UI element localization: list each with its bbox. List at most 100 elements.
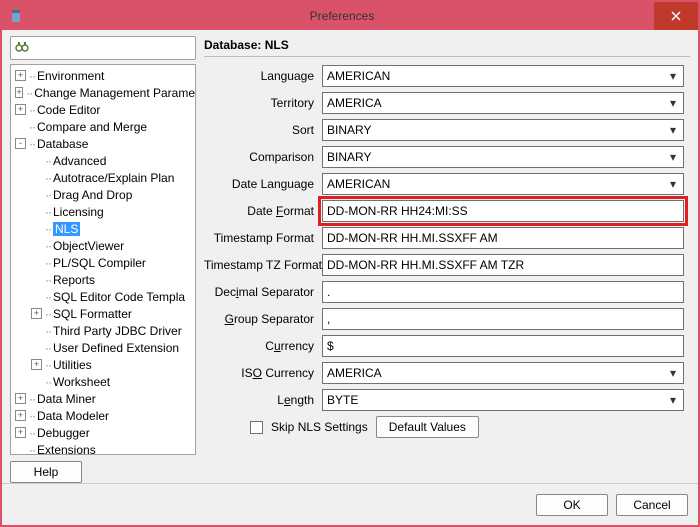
currency-input[interactable] <box>322 335 684 357</box>
tree-item-label: Reports <box>53 273 95 287</box>
close-button[interactable] <box>654 2 698 30</box>
tree-item-label: Third Party JDBC Driver <box>53 324 182 338</box>
timestamp-format-label: Timestamp Format <box>204 231 322 245</box>
tree-item[interactable]: +·· Change Management Parame <box>11 84 195 101</box>
timestamp-format-value[interactable] <box>323 228 683 248</box>
tree-item[interactable]: ·· Licensing <box>11 203 195 220</box>
tree-item[interactable]: ·· Third Party JDBC Driver <box>11 322 195 339</box>
expand-icon[interactable]: + <box>15 87 23 98</box>
tree-item[interactable]: +·· Environment <box>11 67 195 84</box>
category-tree: +·· Environment+·· Change Management Par… <box>10 64 196 455</box>
tree-item[interactable]: ·· SQL Editor Code Templa <box>11 288 195 305</box>
group-sep-value[interactable] <box>323 309 683 329</box>
tree-item[interactable]: +·· Debugger <box>11 424 195 441</box>
date-language-value[interactable] <box>323 174 663 194</box>
timestamp-tz-label: Timestamp TZ Format <box>204 258 322 272</box>
iso-currency-select[interactable]: ▾ <box>322 362 684 384</box>
tree-item-label: ObjectViewer <box>53 239 124 253</box>
tree-item[interactable]: ·· Extensions <box>11 441 195 454</box>
tree-item-label: Licensing <box>53 205 104 219</box>
tree-item-label: Utilities <box>53 358 92 372</box>
tree-item-label: PL/SQL Compiler <box>53 256 146 270</box>
timestamp-tz-value[interactable] <box>323 255 683 275</box>
tree-item[interactable]: ·· Compare and Merge <box>11 118 195 135</box>
tree-item[interactable]: ·· Reports <box>11 271 195 288</box>
territory-select[interactable]: ▾ <box>322 92 684 114</box>
tree-item[interactable]: ·· Advanced <box>11 152 195 169</box>
language-label: Language <box>204 69 322 83</box>
expand-icon[interactable]: + <box>31 359 42 370</box>
tree-item[interactable]: +·· Utilities <box>11 356 195 373</box>
expand-icon[interactable]: + <box>15 410 26 421</box>
decimal-sep-value[interactable] <box>323 282 683 302</box>
territory-value[interactable] <box>323 93 663 113</box>
tree-item[interactable]: ·· Autotrace/Explain Plan <box>11 169 195 186</box>
chevron-down-icon: ▾ <box>663 390 683 410</box>
expand-icon[interactable]: + <box>15 104 26 115</box>
ok-button[interactable]: OK <box>536 494 608 516</box>
timestamp-format-input[interactable] <box>322 227 684 249</box>
tree-item[interactable]: ·· NLS <box>11 220 195 237</box>
decimal-sep-input[interactable] <box>322 281 684 303</box>
tree-item-label: Debugger <box>37 426 90 440</box>
tree-item-label: Extensions <box>37 443 96 455</box>
tree-item-label: Drag And Drop <box>53 188 132 202</box>
chevron-down-icon: ▾ <box>663 93 683 113</box>
expand-icon[interactable]: + <box>31 308 42 319</box>
search-box[interactable] <box>10 36 196 60</box>
tree-item[interactable]: ·· Drag And Drop <box>11 186 195 203</box>
tree-item-label: NLS <box>53 222 80 236</box>
expand-icon[interactable]: + <box>15 393 26 404</box>
length-label: Length <box>204 393 322 407</box>
expand-icon[interactable]: + <box>15 427 26 438</box>
territory-label: Territory <box>204 96 322 110</box>
tree-scroll[interactable]: +·· Environment+·· Change Management Par… <box>11 65 195 454</box>
tree-item-label: Worksheet <box>53 375 110 389</box>
tree-item[interactable]: +·· Code Editor <box>11 101 195 118</box>
collapse-icon[interactable]: - <box>15 138 26 149</box>
tree-item[interactable]: -·· Database <box>11 135 195 152</box>
tree-item-label: Advanced <box>53 154 106 168</box>
language-value[interactable] <box>323 66 663 86</box>
titlebar: Preferences <box>2 2 698 30</box>
sort-value[interactable] <box>323 120 663 140</box>
date-language-select[interactable]: ▾ <box>322 173 684 195</box>
tree-item-label: Environment <box>37 69 104 83</box>
expand-icon[interactable]: + <box>15 70 26 81</box>
group-sep-input[interactable] <box>322 308 684 330</box>
form: Language ▾ Territory <box>204 65 690 483</box>
tree-item-label: Database <box>37 137 88 151</box>
tree-item[interactable]: ·· PL/SQL Compiler <box>11 254 195 271</box>
length-select[interactable]: ▾ <box>322 389 684 411</box>
date-format-value[interactable] <box>323 201 683 221</box>
skip-nls-label: Skip NLS Settings <box>271 420 368 434</box>
group-sep-label: Group Separator <box>204 312 322 326</box>
content: Database: NLS Language ▾ Territory <box>204 36 690 483</box>
length-value[interactable] <box>323 390 663 410</box>
page-title: Database: NLS <box>204 36 690 57</box>
comparison-value[interactable] <box>323 147 663 167</box>
tree-item[interactable]: +·· Data Modeler <box>11 407 195 424</box>
tree-item[interactable]: ·· ObjectViewer <box>11 237 195 254</box>
iso-currency-value[interactable] <box>323 363 663 383</box>
chevron-down-icon: ▾ <box>663 66 683 86</box>
comparison-select[interactable]: ▾ <box>322 146 684 168</box>
app-icon <box>8 8 24 24</box>
tree-item[interactable]: ·· User Defined Extension <box>11 339 195 356</box>
tree-item[interactable]: +·· SQL Formatter <box>11 305 195 322</box>
help-button[interactable]: Help <box>10 461 82 483</box>
tree-item[interactable]: ·· Worksheet <box>11 373 195 390</box>
currency-value[interactable] <box>323 336 683 356</box>
skip-nls-checkbox[interactable] <box>250 421 263 434</box>
tree-item-label: Change Management Parame <box>34 86 195 100</box>
language-select[interactable]: ▾ <box>322 65 684 87</box>
tree-item-label: Data Miner <box>37 392 96 406</box>
timestamp-tz-input[interactable] <box>322 254 684 276</box>
default-values-button[interactable]: Default Values <box>376 416 479 438</box>
cancel-button[interactable]: Cancel <box>616 494 688 516</box>
chevron-down-icon: ▾ <box>663 120 683 140</box>
tree-item[interactable]: +·· Data Miner <box>11 390 195 407</box>
sort-select[interactable]: ▾ <box>322 119 684 141</box>
date-format-input[interactable] <box>322 200 684 222</box>
date-format-label: Date Format <box>204 204 322 218</box>
